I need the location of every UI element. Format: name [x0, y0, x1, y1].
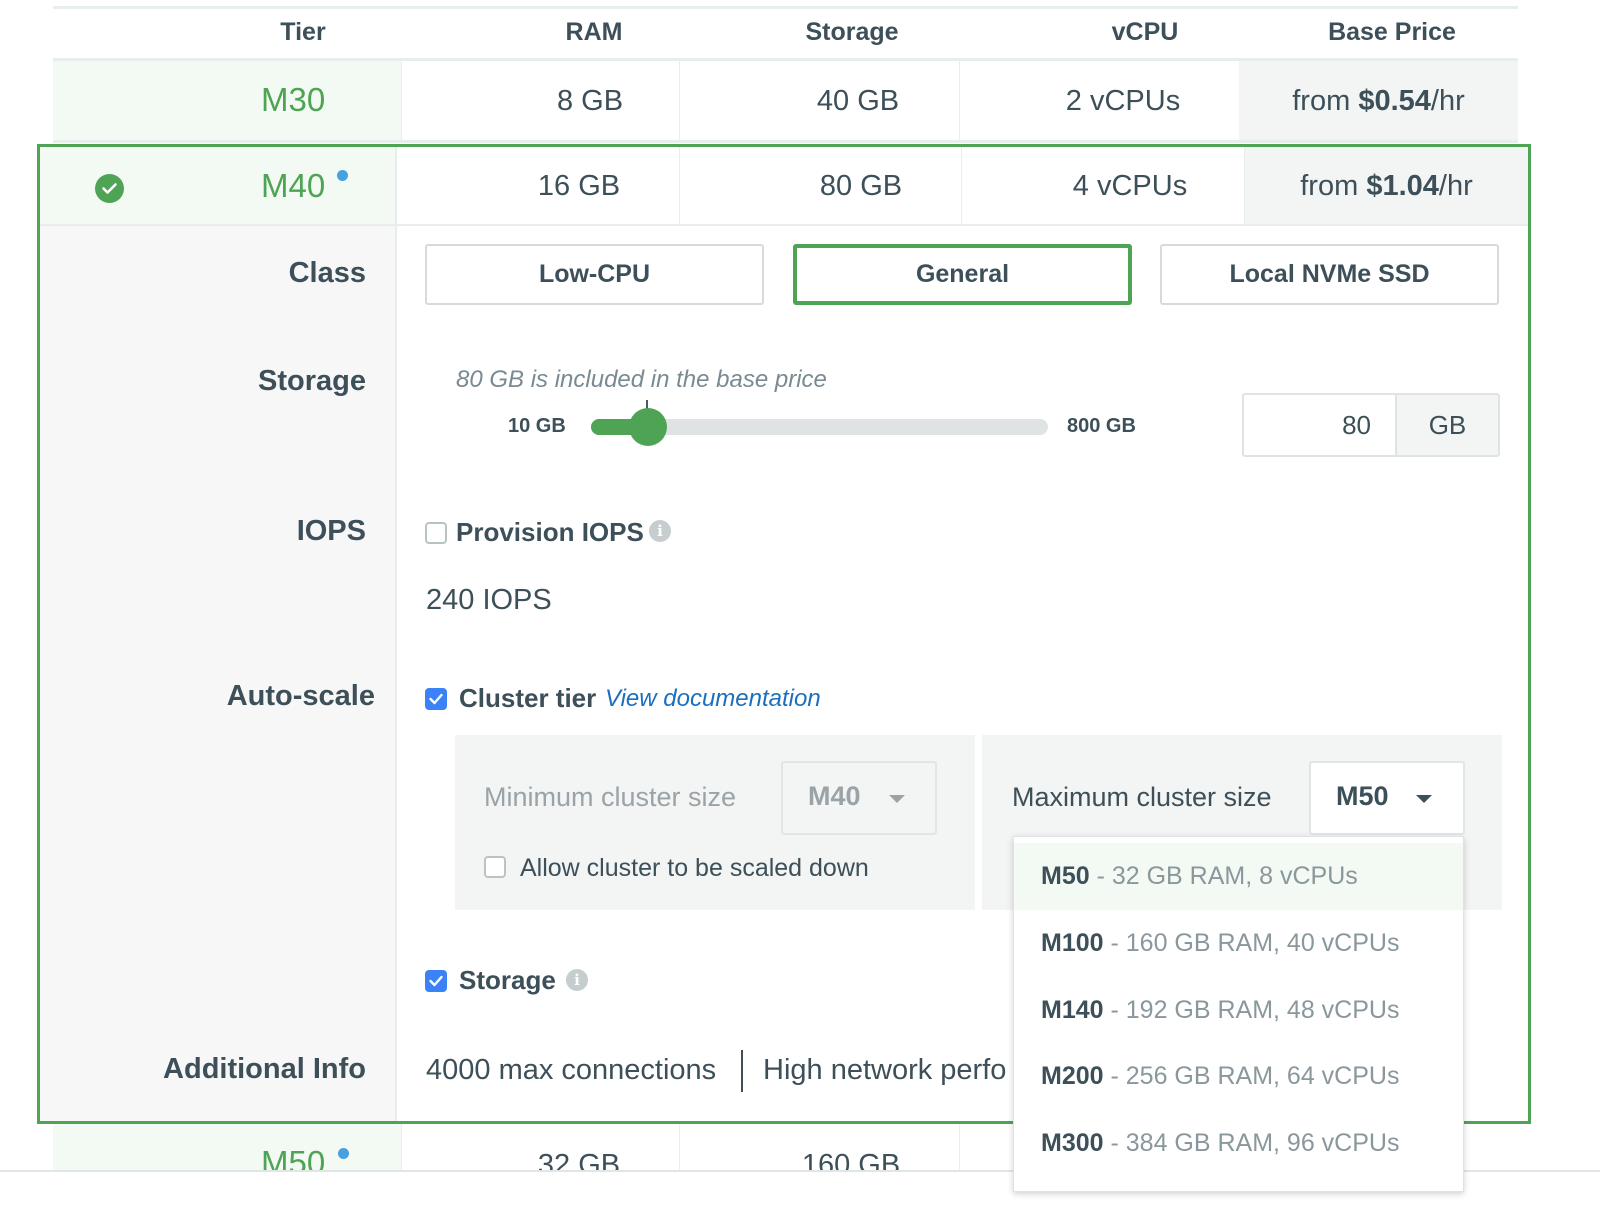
- tier-row-m30[interactable]: M30 8 GB 40 GB 2 vCPUs from $0.54/hr: [53, 61, 1518, 141]
- dropdown-option-m140[interactable]: M140 - 192 GB RAM, 48 vCPUs: [1014, 977, 1463, 1044]
- new-indicator-dot: [338, 1148, 349, 1159]
- header-tier: Tier: [280, 18, 326, 46]
- header-base-price: Base Price: [1328, 18, 1456, 46]
- table-top-border: [53, 6, 1518, 9]
- column-divider: [959, 61, 960, 141]
- dropdown-option-m50[interactable]: M50 - 32 GB RAM, 8 vCPUs: [1014, 843, 1463, 910]
- ram-value: 32 GB: [537, 1149, 621, 1170]
- vcpu-value: 2 vCPUs: [1065, 85, 1181, 117]
- column-divider: [401, 61, 402, 141]
- tier-name: M30: [261, 81, 326, 118]
- max-cluster-dropdown-menu: M50 - 32 GB RAM, 8 vCPUs M100 - 160 GB R…: [1013, 836, 1464, 1192]
- dropdown-option-m300[interactable]: M300 - 384 GB RAM, 96 vCPUs: [1014, 1110, 1463, 1177]
- storage-value: 40 GB: [816, 85, 900, 117]
- dropdown-option-m100[interactable]: M100 - 160 GB RAM, 40 vCPUs: [1014, 910, 1463, 977]
- tier-cell: [53, 61, 402, 141]
- tier-name: M50: [261, 1144, 326, 1170]
- storage-value: 160 GB: [801, 1149, 901, 1170]
- header-ram: RAM: [565, 18, 623, 46]
- row-divider: [53, 140, 1518, 143]
- ram-value: 8 GB: [556, 85, 624, 117]
- dropdown-option-m200[interactable]: M200 - 256 GB RAM, 64 vCPUs: [1014, 1043, 1463, 1110]
- column-divider: [401, 1124, 402, 1170]
- tier-cell: [53, 1124, 402, 1170]
- column-divider: [959, 1124, 960, 1170]
- base-price: from $0.54/hr: [1292, 85, 1465, 117]
- header-vcpu: vCPU: [1111, 18, 1179, 46]
- column-divider: [679, 1124, 680, 1170]
- header-storage: Storage: [805, 18, 899, 46]
